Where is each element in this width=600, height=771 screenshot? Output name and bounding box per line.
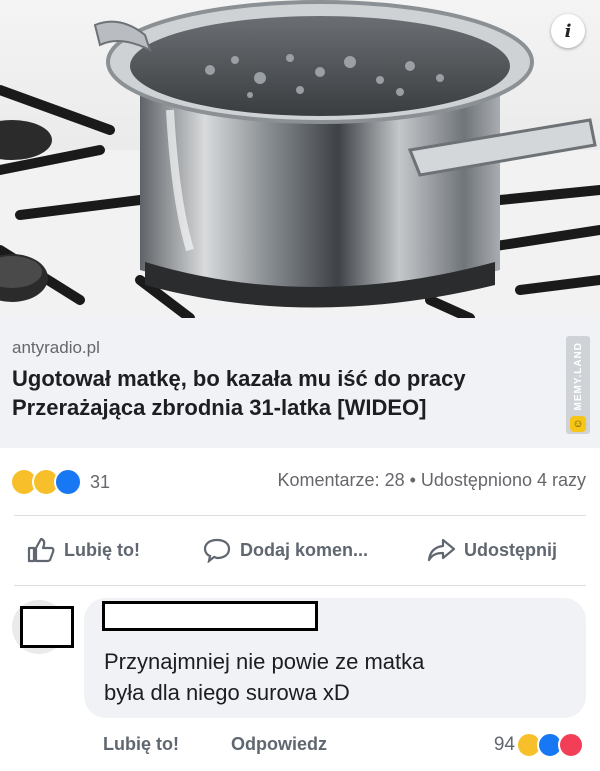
- reaction-summary[interactable]: 31: [10, 468, 110, 496]
- info-icon[interactable]: i: [551, 14, 585, 48]
- love-reaction-icon: [558, 732, 584, 758]
- comments-shares-count[interactable]: Komentarze: 28 • Udostępniono 4 razy: [278, 470, 586, 491]
- share-button[interactable]: Udostępnij: [426, 537, 557, 563]
- link-domain: antyradio.pl: [12, 338, 100, 357]
- comment-button[interactable]: Dodaj komen...: [202, 537, 368, 563]
- post-stats: 31 Komentarze: 28 • Udostępniono 4 razy: [0, 448, 600, 514]
- watermark-smile-icon: ☺: [570, 416, 586, 433]
- comment-icon: [203, 538, 231, 563]
- post-actions: Lubię to! Dodaj komen... Udostępnij: [0, 515, 600, 585]
- comment-actions: Lubię to! Odpowiedz 94: [0, 728, 600, 768]
- comment-reaction-count: 94: [493, 734, 515, 755]
- avatar-redaction: [20, 606, 74, 648]
- link-preview[interactable]: antyradio.pl Ugotował matkę, bo kazała m…: [0, 318, 600, 448]
- divider: [14, 585, 586, 586]
- watermark-text: MEMY.LAND: [572, 342, 584, 411]
- like-reaction-icon: [54, 468, 82, 496]
- share-icon: [427, 538, 456, 562]
- link-headline[interactable]: Ugotował matkę, bo kazała mu iść do prac…: [12, 364, 578, 422]
- pot-illustration: [0, 0, 600, 318]
- commenter-name-redaction: [102, 601, 318, 631]
- watermark: MEMY.LAND ☺: [566, 336, 590, 434]
- share-label: Udostępnij: [464, 539, 557, 560]
- thumbs-up-icon: [27, 537, 55, 563]
- post-image[interactable]: i: [0, 0, 600, 318]
- comment-reaction-summary[interactable]: 94: [494, 732, 584, 758]
- comment-reply-button[interactable]: Odpowiedz: [231, 734, 327, 755]
- like-label: Lubię to!: [64, 539, 140, 560]
- comment-text: Przynajmniej nie powie ze matka była dla…: [104, 649, 425, 705]
- like-button[interactable]: Lubię to!: [26, 537, 140, 563]
- reaction-count: 31: [90, 471, 111, 492]
- comment-like-button[interactable]: Lubię to!: [103, 734, 179, 755]
- comment-label: Dodaj komen...: [240, 539, 369, 560]
